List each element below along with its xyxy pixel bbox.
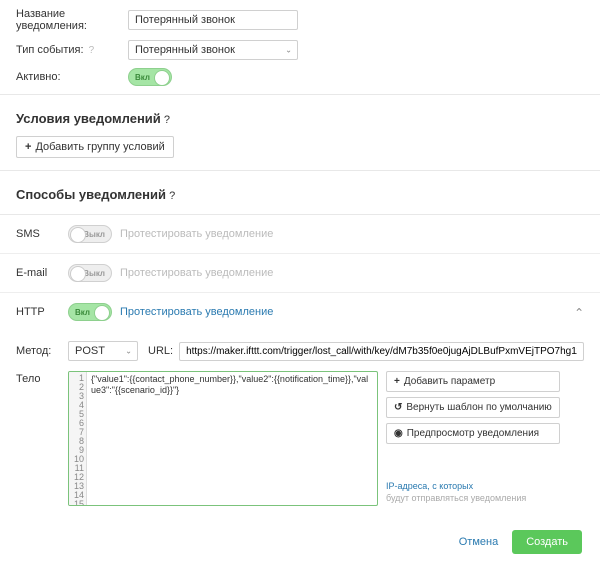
sms-toggle[interactable]: Выкл — [68, 225, 112, 243]
url-label: URL: — [148, 345, 173, 357]
add-group-label: Добавить группу условий — [35, 141, 164, 153]
ip-note-link[interactable]: IP-адреса, с которых — [386, 481, 473, 491]
active-label: Активно: — [16, 71, 61, 83]
email-test-link: Протестировать уведомление — [120, 267, 273, 279]
preview-button[interactable]: ◉ Предпросмотр уведомления — [386, 423, 560, 444]
toggle-off-text: Выкл — [83, 269, 105, 278]
body-code[interactable]: {"value1":{{contact_phone_number}},"valu… — [87, 372, 377, 505]
email-toggle[interactable]: Выкл — [68, 264, 112, 282]
event-select[interactable]: Потерянный звонок ⌄ — [128, 40, 298, 60]
body-label: Тело — [16, 371, 68, 385]
http-toggle[interactable]: Вкл — [68, 303, 112, 321]
create-button[interactable]: Создать — [512, 530, 582, 554]
reset-template-button[interactable]: ↺ Вернуть шаблон по умолчанию — [386, 397, 560, 418]
cancel-button[interactable]: Отмена — [459, 536, 498, 548]
body-editor[interactable]: 123456789101112131415 {"value1":{{contac… — [68, 371, 378, 506]
preview-label: Предпросмотр уведомления — [407, 428, 539, 439]
url-input[interactable] — [179, 342, 584, 361]
method-select-value: POST — [68, 341, 138, 361]
plus-icon: + — [25, 141, 31, 153]
line-gutter: 123456789101112131415 — [69, 372, 87, 505]
event-label: Тип события: — [16, 44, 84, 56]
plus-icon: + — [394, 376, 400, 387]
undo-icon: ↺ — [394, 402, 402, 413]
collapse-button[interactable]: ⌄ — [574, 305, 584, 319]
method-label: Метод: — [16, 345, 68, 357]
http-test-link[interactable]: Протестировать уведомление — [120, 306, 273, 318]
name-input[interactable] — [128, 10, 298, 30]
toggle-on-text: Вкл — [135, 73, 150, 82]
method-select[interactable]: POST ⌄ — [68, 341, 138, 361]
ip-note-sub: будут отправляться уведомления — [386, 493, 526, 503]
conditions-title: Условия уведомлений — [16, 111, 161, 126]
toggle-on-text: Вкл — [75, 308, 90, 317]
toggle-off-text: Выкл — [83, 230, 105, 239]
reset-tpl-label: Вернуть шаблон по умолчанию — [406, 402, 551, 413]
name-label: Название уведомления: — [16, 8, 87, 32]
sms-test-link: Протестировать уведомление — [120, 228, 273, 240]
sms-label: SMS — [16, 228, 68, 240]
add-param-label: Добавить параметр — [404, 376, 495, 387]
add-condition-group-button[interactable]: + Добавить группу условий — [16, 136, 174, 158]
help-icon: ? — [89, 45, 95, 56]
chevron-up-icon: ⌄ — [574, 305, 584, 319]
event-select-value: Потерянный звонок — [128, 40, 298, 60]
help-icon: ? — [164, 114, 170, 126]
help-icon: ? — [169, 190, 175, 202]
active-toggle[interactable]: Вкл — [128, 68, 172, 86]
methods-title: Способы уведомлений — [16, 187, 166, 202]
eye-icon: ◉ — [394, 428, 403, 439]
add-param-button[interactable]: + Добавить параметр — [386, 371, 560, 392]
http-label: HTTP — [16, 306, 68, 318]
email-label: E-mail — [16, 267, 68, 279]
